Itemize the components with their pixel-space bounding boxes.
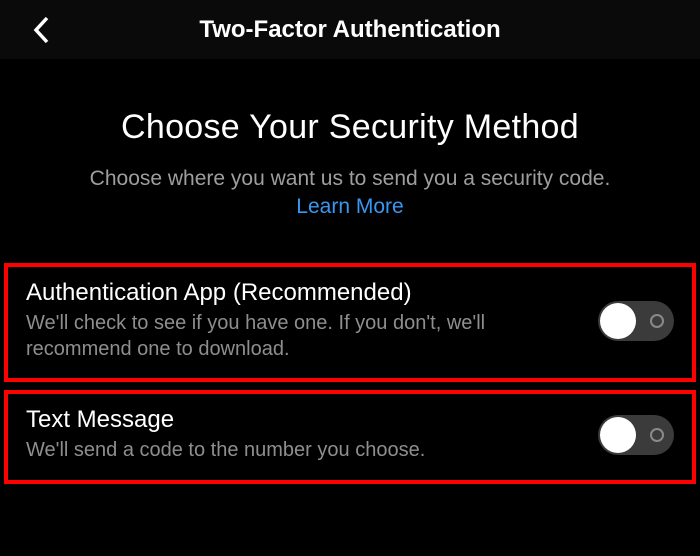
toggle-knob bbox=[600, 417, 636, 453]
option-title: Authentication App (Recommended) bbox=[26, 279, 580, 307]
toggle-authentication-app[interactable] bbox=[598, 301, 674, 341]
section-heading: Choose Your Security Method bbox=[0, 108, 700, 147]
option-authentication-app[interactable]: Authentication App (Recommended) We'll c… bbox=[4, 263, 696, 382]
header-bar: Two-Factor Authentication bbox=[0, 0, 700, 60]
chevron-left-icon bbox=[31, 15, 53, 45]
page-title: Two-Factor Authentication bbox=[0, 16, 700, 44]
toggle-text-message[interactable] bbox=[598, 415, 674, 455]
learn-more-link[interactable]: Learn More bbox=[0, 195, 700, 219]
content: Choose Your Security Method Choose where… bbox=[0, 60, 700, 484]
section-subtitle: Choose where you want us to send you a s… bbox=[0, 167, 700, 191]
option-title: Text Message bbox=[26, 406, 580, 434]
option-text: Text Message We'll send a code to the nu… bbox=[26, 406, 580, 464]
security-method-list: Authentication App (Recommended) We'll c… bbox=[0, 263, 700, 484]
option-text: Authentication App (Recommended) We'll c… bbox=[26, 279, 580, 362]
option-description: We'll send a code to the number you choo… bbox=[26, 438, 580, 464]
option-text-message[interactable]: Text Message We'll send a code to the nu… bbox=[4, 390, 696, 484]
back-button[interactable] bbox=[22, 10, 62, 50]
toggle-ring-icon bbox=[650, 314, 664, 328]
toggle-ring-icon bbox=[650, 428, 664, 442]
toggle-knob bbox=[600, 303, 636, 339]
option-description: We'll check to see if you have one. If y… bbox=[26, 311, 580, 362]
